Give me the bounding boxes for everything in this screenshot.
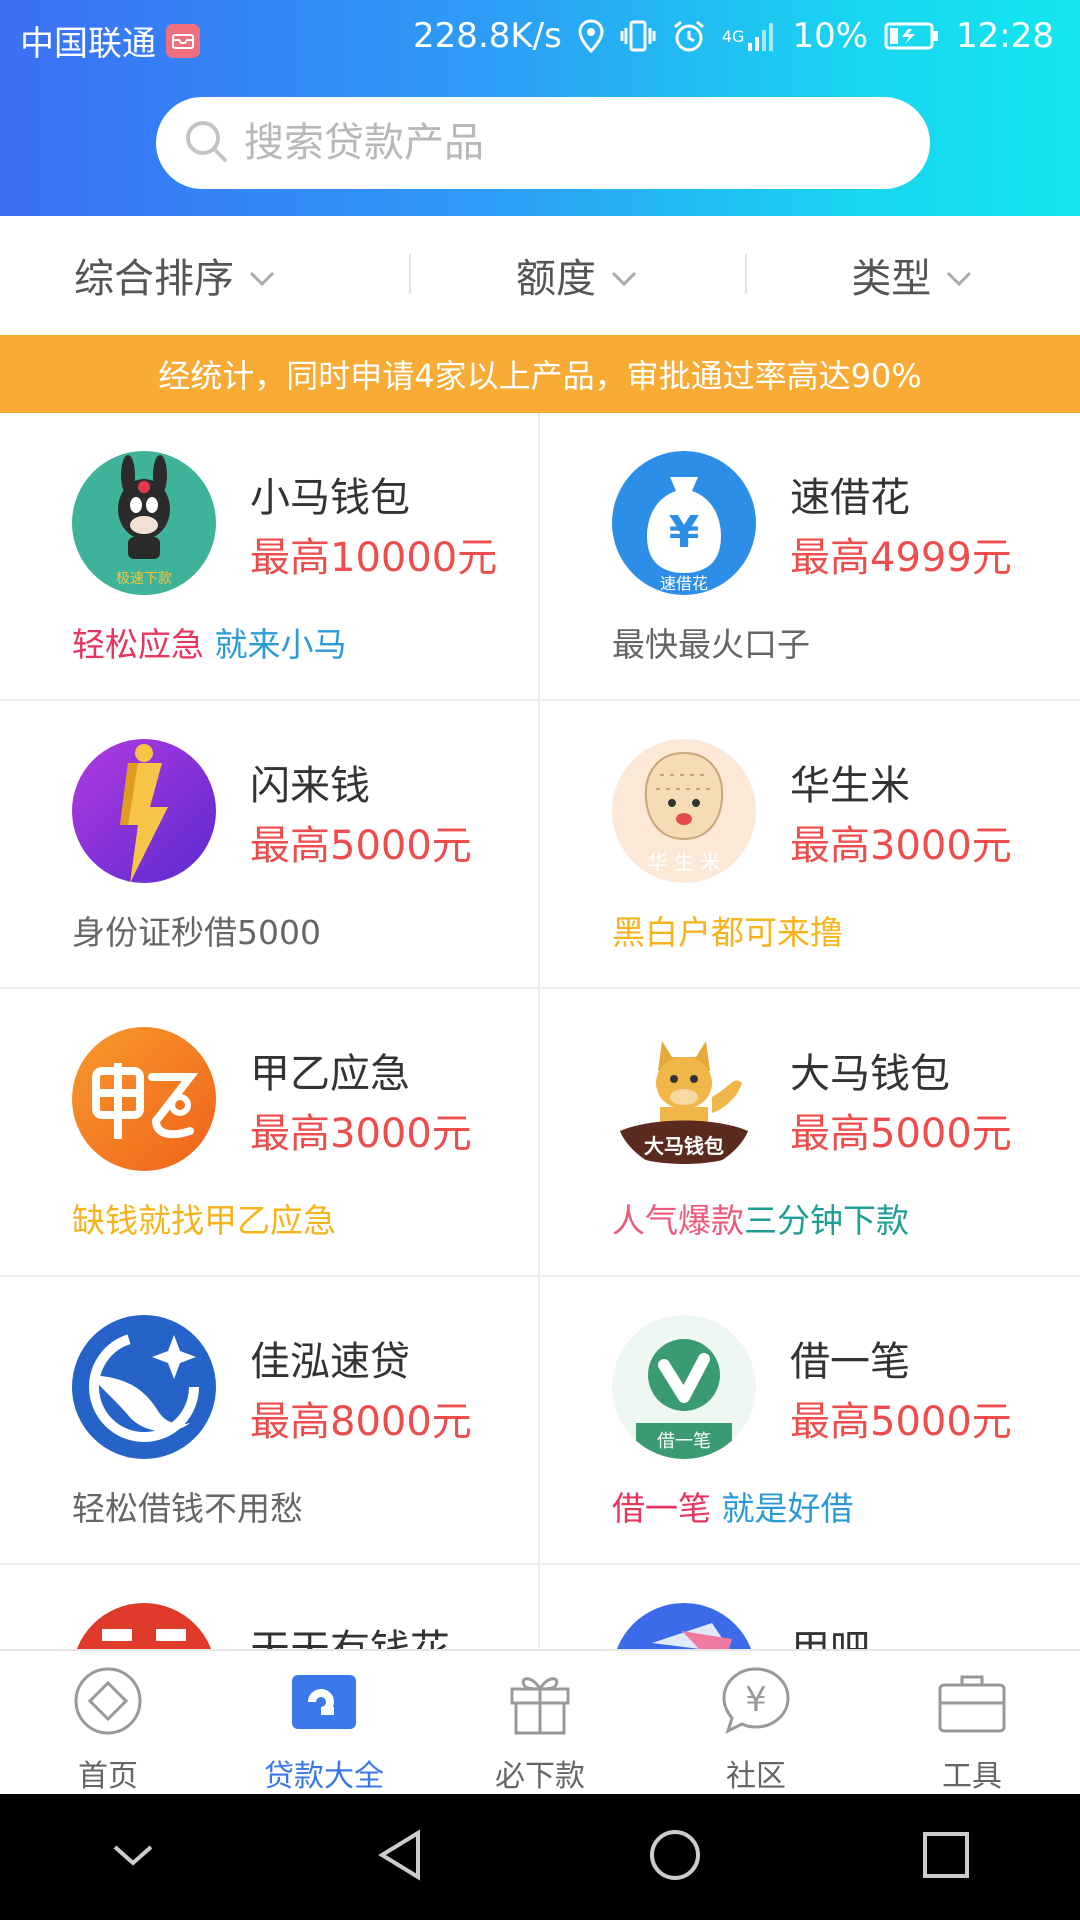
filter-label: 综合排序 [74, 256, 234, 302]
product-name: 甲乙应急 [250, 1051, 410, 1097]
signal-icon: 4G [722, 19, 777, 53]
product-name: 天天有钱花 [250, 1617, 450, 1649]
svg-text:¥: ¥ [745, 1680, 767, 1720]
location-icon [578, 19, 604, 53]
home-diamond-icon [72, 1665, 144, 1745]
product-name: 闪来钱 [250, 763, 370, 809]
product-grid: 极速下款 小马钱包 最高10000元 轻松应急 就来小马 ¥ 速借花 速借花 最… [0, 413, 1080, 1649]
filter-sort[interactable]: 综合排序 [0, 246, 409, 304]
wallet-icon [288, 1665, 360, 1745]
xiaoma-logo: 极速下款 [72, 451, 216, 595]
tiantian-logo [72, 1603, 216, 1649]
clock: 12:28 [956, 16, 1054, 56]
chevron-down-icon [945, 252, 973, 298]
home-circle-icon[interactable] [647, 1827, 703, 1887]
battery-percent: 10% [792, 16, 869, 56]
dama-logo: 大马钱包 [612, 1027, 756, 1171]
product-amount: 最高5000元 [250, 823, 472, 869]
chevron-down-icon [248, 252, 276, 298]
notice-text: 经统计，同时申请4家以上产品，审批通过率高达90% [158, 357, 922, 395]
nav-community[interactable]: ¥ 社区 [648, 1651, 864, 1794]
product-tagline: 轻松借钱不用愁 [72, 1489, 303, 1528]
product-card-shanlaiqian[interactable]: 闪来钱 最高5000元 身份证秒借5000 [0, 701, 540, 989]
product-amount: 最高4999元 [790, 535, 1012, 581]
briefcase-icon [936, 1665, 1008, 1745]
jiahong-logo [72, 1315, 216, 1459]
search-bar[interactable] [156, 97, 930, 189]
huashengmi-logo: 华 生 米 [612, 739, 756, 883]
product-name: 用吧 [790, 1617, 870, 1649]
product-name: 大马钱包 [790, 1051, 950, 1097]
vibrate-icon [620, 19, 656, 53]
network-speed: 228.8K/s [413, 16, 562, 56]
product-amount: 最高3000元 [790, 823, 1012, 869]
product-card-jiayi[interactable]: 甲乙应急 最高3000元 缺钱就找甲乙应急 [0, 989, 540, 1277]
product-amount: 最高10000元 [250, 535, 498, 581]
filter-type[interactable]: 类型 [744, 246, 1080, 304]
nav-home[interactable]: 首页 [0, 1651, 216, 1794]
product-tagline: 人气爆款三分钟下款 [612, 1201, 909, 1240]
product-card-tiantian[interactable]: 天天有钱花 [0, 1565, 540, 1649]
product-tagline: 黑白户都可来撸 [612, 913, 843, 952]
jieyibi-logo: 借一笔 [612, 1315, 756, 1459]
back-icon[interactable] [374, 1827, 430, 1887]
yuan-chat-icon: ¥ [720, 1665, 792, 1745]
product-tagline: 最快最火口子 [612, 625, 810, 664]
battery-icon [884, 21, 940, 51]
status-bar: 中国联通 228.8K/s 4G 10% 12:28 [0, 0, 1080, 72]
system-nav-bar [0, 1794, 1080, 1920]
svg-text:大马钱包: 大马钱包 [644, 1134, 724, 1158]
product-amount: 最高5000元 [790, 1111, 1012, 1157]
product-card-jieyibi[interactable]: 借一笔 借一笔 最高5000元 借一笔 就是好借 [540, 1277, 1080, 1565]
svg-text:¥: ¥ [669, 507, 700, 558]
nav-loans[interactable]: 贷款大全 [216, 1651, 432, 1794]
product-amount: 最高5000元 [790, 1399, 1012, 1445]
mail-icon [166, 23, 200, 58]
bottom-nav: 首页 贷款大全 必下款 ¥ 社区 工具 [0, 1649, 1080, 1794]
product-name: 借一笔 [790, 1339, 910, 1385]
product-card-dama[interactable]: 大马钱包 大马钱包 最高5000元 人气爆款三分钟下款 [540, 989, 1080, 1277]
svg-text:华 生 米: 华 生 米 [648, 850, 721, 874]
yongba-logo [612, 1603, 756, 1649]
product-card-huashengmi[interactable]: 华 生 米 华生米 最高3000元 黑白户都可来撸 [540, 701, 1080, 989]
product-name: 佳泓速贷 [250, 1339, 410, 1385]
product-card-sujiehua[interactable]: ¥ 速借花 速借花 最高4999元 最快最火口子 [540, 413, 1080, 701]
search-icon [184, 119, 228, 167]
carrier-label: 中国联通 [20, 24, 156, 64]
product-amount: 最高8000元 [250, 1399, 472, 1445]
svg-text:借一笔: 借一笔 [657, 1431, 711, 1452]
recents-square-icon[interactable] [920, 1829, 972, 1885]
product-name: 速借花 [790, 475, 910, 521]
nav-tools[interactable]: 工具 [864, 1651, 1080, 1794]
product-name: 小马钱包 [250, 475, 410, 521]
product-tagline: 借一笔 就是好借 [612, 1489, 854, 1528]
notice-banner: 经统计，同时申请4家以上产品，审批通过率高达90% [0, 335, 1080, 413]
svg-text:极速下款: 极速下款 [116, 571, 172, 587]
alarm-icon [672, 19, 706, 53]
header: 中国联通 228.8K/s 4G 10% 12:28 搜索贷款产品 [0, 0, 1080, 216]
product-name: 华生米 [790, 763, 910, 809]
chevron-down-icon [610, 252, 638, 298]
product-card-jiahong[interactable]: 佳泓速贷 最高8000元 轻松借钱不用愁 [0, 1277, 540, 1565]
product-card-yongba[interactable]: 用吧 [540, 1565, 1080, 1649]
filter-bar: 综合排序 额度 类型 [0, 216, 1080, 334]
gift-icon [504, 1665, 576, 1745]
svg-text:速借花: 速借花 [660, 574, 708, 593]
filter-label: 类型 [851, 256, 932, 302]
product-amount: 最高3000元 [250, 1111, 472, 1157]
chevron-down-icon[interactable] [109, 1831, 157, 1883]
product-card-xiaoma[interactable]: 极速下款 小马钱包 最高10000元 轻松应急 就来小马 [0, 413, 540, 701]
product-tagline: 身份证秒借5000 [72, 913, 321, 952]
nav-must-download[interactable]: 必下款 [432, 1651, 648, 1794]
product-tagline: 缺钱就找甲乙应急 [72, 1201, 336, 1240]
filter-amount[interactable]: 额度 [409, 246, 744, 304]
search-input[interactable] [244, 120, 844, 166]
shanlaiqian-logo [72, 739, 216, 883]
product-tagline: 轻松应急 就来小马 [72, 625, 347, 664]
jiayi-logo [72, 1027, 216, 1171]
filter-label: 额度 [515, 256, 596, 302]
sujiehua-logo: ¥ 速借花 [612, 451, 756, 595]
